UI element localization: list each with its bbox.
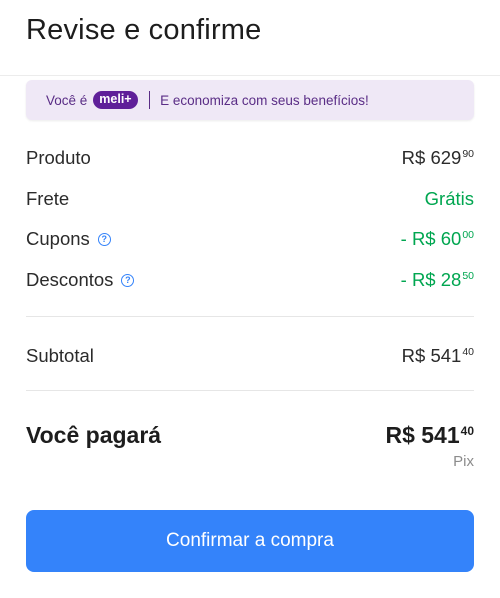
summary-label-group: Cupons ? xyxy=(26,228,111,250)
summary-row-frete: Frete Grátis xyxy=(26,187,474,211)
page-title: Revise e confirme xyxy=(26,14,262,46)
header: Revise e confirme xyxy=(0,0,500,76)
summary-row-descontos: Descontos ? - R$ 28 50 xyxy=(26,268,474,292)
price-amount: R$ 541 xyxy=(401,345,462,366)
price-amount: - R$ 60 xyxy=(400,228,462,249)
divider xyxy=(26,316,474,317)
summary-label: Cupons xyxy=(26,228,90,249)
subtotal-label: Subtotal xyxy=(26,345,94,366)
price-cents: 40 xyxy=(460,423,474,438)
summary-price: - R$ 28 50 xyxy=(401,269,474,291)
confirm-purchase-button[interactable]: Confirmar a compra xyxy=(26,510,474,572)
summary-row-cupons: Cupons ? - R$ 60 00 xyxy=(26,227,474,251)
meli-plus-banner[interactable]: Você é meli+ E economiza com seus benefí… xyxy=(26,80,474,120)
price-amount: R$ 629 xyxy=(401,147,462,168)
payment-method: Pix xyxy=(453,453,474,470)
total-label: Você pagará xyxy=(26,421,162,448)
summary-label: Frete xyxy=(26,188,70,209)
price-cents: 00 xyxy=(462,229,474,241)
banner-divider xyxy=(148,91,151,109)
meli-plus-badge: meli+ xyxy=(93,91,138,109)
divider xyxy=(26,390,474,391)
summary-price: Grátis xyxy=(425,188,474,210)
price-amount: Grátis xyxy=(424,188,474,209)
subtotal-price: R$ 541 40 xyxy=(402,345,474,367)
total-row: Você pagará R$ 541 40 xyxy=(26,420,474,450)
banner-prefix: Você é xyxy=(46,92,88,108)
price-cents: 50 xyxy=(462,270,474,282)
banner-message: E economiza com seus benefícios! xyxy=(160,92,369,108)
subtotal-row: Subtotal R$ 541 40 xyxy=(26,344,474,368)
total-price: R$ 541 40 xyxy=(385,422,474,449)
summary-price: R$ 629 90 xyxy=(402,147,474,169)
price-cents: 40 xyxy=(462,346,474,358)
summary-label-group: Descontos ? xyxy=(26,269,135,291)
price-amount: R$ 541 xyxy=(385,421,460,448)
question-circle-icon[interactable]: ? xyxy=(121,273,135,287)
summary-label: Descontos xyxy=(26,269,114,290)
summary-label: Produto xyxy=(26,147,91,168)
price-cents: 90 xyxy=(462,148,474,160)
price-amount: - R$ 28 xyxy=(400,269,462,290)
summary-price: - R$ 60 00 xyxy=(401,228,474,250)
summary-row-produto: Produto R$ 629 90 xyxy=(26,146,474,170)
question-circle-icon[interactable]: ? xyxy=(97,232,111,246)
